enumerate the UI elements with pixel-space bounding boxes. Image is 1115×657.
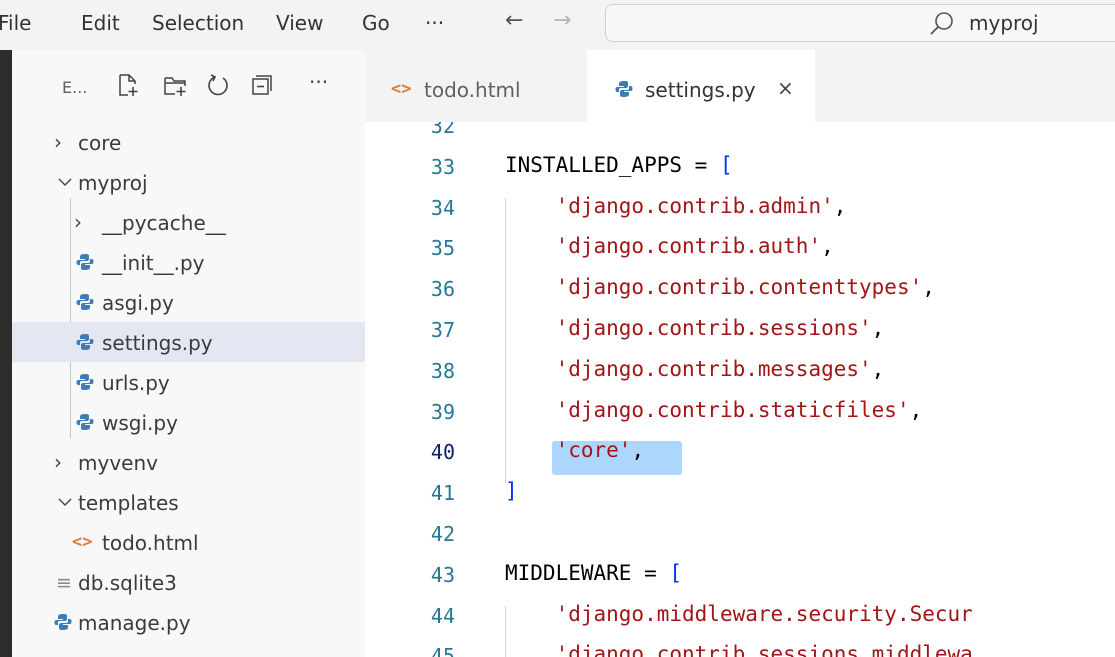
code-line: 'django.contrib.sessions', xyxy=(555,316,885,340)
more-actions-icon[interactable]: ··· xyxy=(309,70,328,94)
close-icon[interactable]: × xyxy=(777,76,794,100)
chevron-right-icon: › xyxy=(54,450,62,474)
back-arrow-icon[interactable]: ← xyxy=(505,8,523,33)
menu-go[interactable]: Go xyxy=(362,11,390,35)
python-file-icon xyxy=(76,294,94,310)
python-file-icon xyxy=(615,81,633,97)
line-number: 40 xyxy=(430,440,455,465)
tree-file-settings[interactable]: settings.py xyxy=(12,322,365,362)
tree-folder-pycache[interactable]: › __pycache__ xyxy=(12,202,365,242)
line-number: 43 xyxy=(430,562,455,587)
python-file-icon xyxy=(54,614,72,630)
code-line: 'django.contrib.staticfiles', xyxy=(555,397,923,422)
tree-label: settings.py xyxy=(102,331,213,355)
code-line: 'django.contrib.sessions.middlewa xyxy=(555,642,973,657)
chevron-down-icon xyxy=(58,498,72,507)
tree-folder-myvenv[interactable]: › myvenv xyxy=(12,442,365,482)
line-number: 45 xyxy=(430,644,455,657)
html-file-icon: <> xyxy=(391,79,412,99)
line-number: 38 xyxy=(430,358,455,383)
tree-label: __init__.py xyxy=(102,251,205,275)
menu-more[interactable]: ··· xyxy=(425,11,444,35)
tree-label: todo.html xyxy=(102,531,199,555)
search-icon xyxy=(930,12,953,35)
chevron-right-icon: › xyxy=(54,130,62,154)
tree-file-asgi[interactable]: asgi.py xyxy=(12,282,365,322)
tree-folder-core[interactable]: › core xyxy=(12,122,365,162)
line-number: 35 xyxy=(430,236,455,261)
forward-arrow-icon[interactable]: → xyxy=(553,8,571,33)
python-file-icon xyxy=(76,334,94,350)
command-center-text: myproj xyxy=(969,11,1039,35)
line-number: 41 xyxy=(430,481,455,506)
tab-label: settings.py xyxy=(645,78,756,102)
tree-file-urls[interactable]: urls.py xyxy=(12,362,365,402)
chevron-right-icon: › xyxy=(74,210,82,234)
tree-label: templates xyxy=(78,491,179,515)
code-line: 'core', xyxy=(555,438,645,463)
line-number: 42 xyxy=(430,522,455,546)
tree-file-manage[interactable]: manage.py xyxy=(12,602,365,642)
tree-folder-templates[interactable]: templates xyxy=(12,482,365,522)
tree-label: wsgi.py xyxy=(102,411,178,435)
tab-settings-py[interactable]: settings.py × xyxy=(587,50,815,122)
new-folder-icon[interactable] xyxy=(162,72,188,98)
line-number: 34 xyxy=(430,195,455,220)
line-number: 32 xyxy=(430,122,455,138)
tree-label: asgi.py xyxy=(102,291,174,315)
tree-label: core xyxy=(78,131,122,155)
chevron-down-icon xyxy=(58,178,72,187)
code-line: 'django.middleware.security.Secur xyxy=(555,601,973,626)
tree-label: myvenv xyxy=(78,451,158,475)
tree-folder-myproj[interactable]: myproj xyxy=(12,162,365,202)
explorer-title: E... xyxy=(62,78,88,97)
line-number: 39 xyxy=(430,399,455,424)
menu-view[interactable]: View xyxy=(276,11,323,35)
new-file-icon[interactable] xyxy=(115,72,141,98)
line-number: 33 xyxy=(430,154,455,179)
code-line: ] xyxy=(505,479,518,504)
html-file-icon: <> xyxy=(72,532,93,552)
code-line: 'django.contrib.contenttypes', xyxy=(555,275,935,300)
line-number: 44 xyxy=(430,603,455,628)
tree-file-db[interactable]: ≡ db.sqlite3 xyxy=(12,562,365,602)
python-file-icon xyxy=(76,254,94,270)
refresh-icon[interactable] xyxy=(205,72,231,98)
menu-bar: File Edit Selection View Go ··· ← → mypr… xyxy=(0,0,1115,50)
tree-label: myproj xyxy=(78,171,148,195)
code-line: MIDDLEWARE = [ xyxy=(505,560,683,585)
code-line: 'django.contrib.admin', xyxy=(555,193,847,218)
line-number: 37 xyxy=(430,318,455,342)
python-file-icon xyxy=(76,414,94,430)
tree-label: manage.py xyxy=(78,611,191,635)
collapse-all-icon[interactable] xyxy=(248,72,274,98)
tree-file-wsgi[interactable]: wsgi.py xyxy=(12,402,365,442)
code-editor[interactable]: 32 33 INSTALLED_APPS = [ 34 'django.contrib… xyxy=(365,122,1115,657)
tree-label: db.sqlite3 xyxy=(78,571,177,595)
command-center-search[interactable]: myproj xyxy=(605,4,1115,42)
tree-label: urls.py xyxy=(102,371,170,395)
tab-todo-html[interactable]: <> todo.html xyxy=(365,50,587,122)
tree-file-init[interactable]: __init__.py xyxy=(12,242,365,282)
explorer-sidebar: E... ··· › core myproj › __pycache__ __i… xyxy=(12,50,365,657)
code-line: 'django.contrib.auth', xyxy=(555,234,834,259)
editor-tab-bar: <> todo.html settings.py × xyxy=(365,50,1115,122)
code-line: INSTALLED_APPS = [ xyxy=(505,152,733,177)
tab-label: todo.html xyxy=(424,78,521,102)
menu-file[interactable]: File xyxy=(0,11,31,35)
menu-selection[interactable]: Selection xyxy=(152,11,244,35)
database-file-icon: ≡ xyxy=(56,572,72,594)
activity-bar xyxy=(0,50,12,657)
menu-edit[interactable]: Edit xyxy=(81,11,120,35)
line-number: 36 xyxy=(430,277,455,302)
tree-file-todo-html[interactable]: <> todo.html xyxy=(12,522,365,562)
tree-label: __pycache__ xyxy=(102,211,226,235)
python-file-icon xyxy=(76,374,94,390)
code-line: 'django.contrib.messages', xyxy=(555,356,885,381)
